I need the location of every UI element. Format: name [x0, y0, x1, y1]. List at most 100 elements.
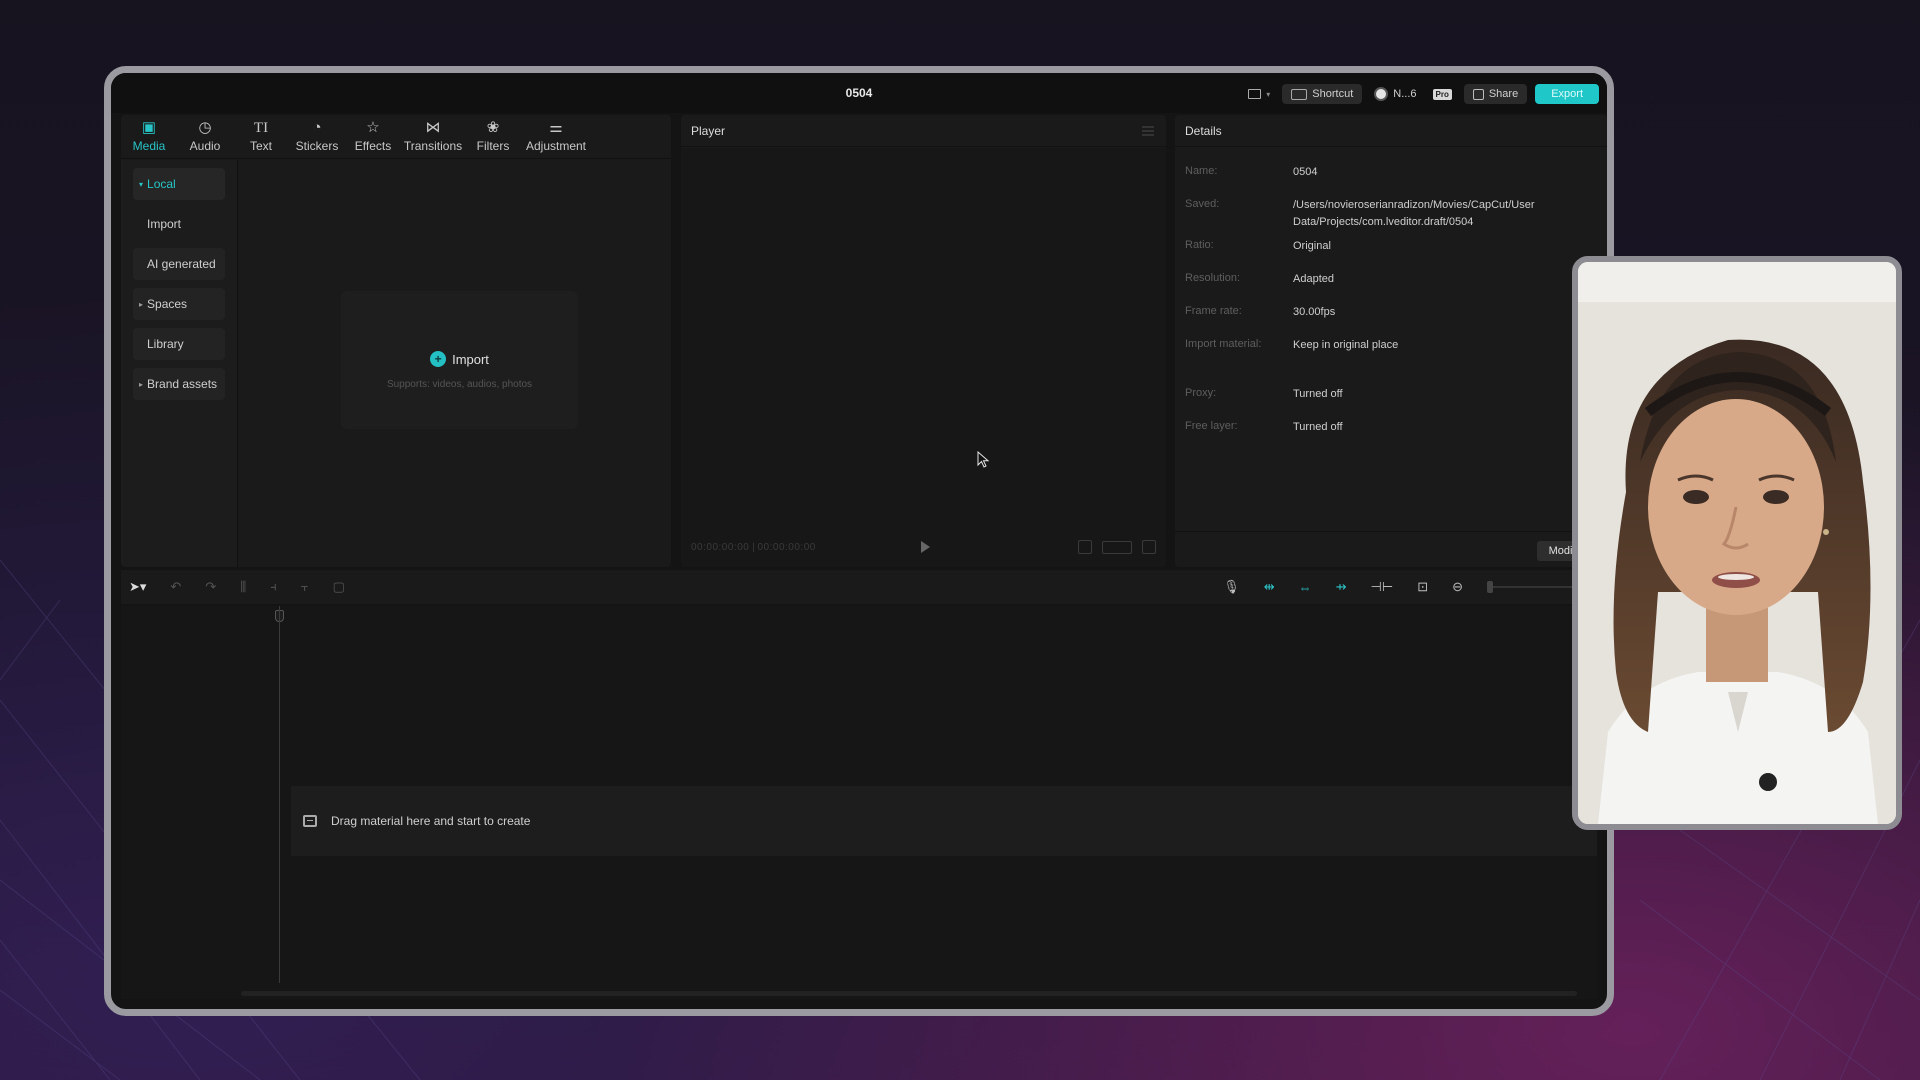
- details-body: Name: 0504 Saved: /Users/novieroserianra…: [1175, 147, 1607, 459]
- tab-effects[interactable]: ☆ Effects: [345, 115, 401, 158]
- caption-icon[interactable]: ⊡: [1417, 579, 1428, 595]
- pro-button[interactable]: Pro: [1429, 84, 1456, 104]
- timecode-total: 00:00:00:00: [757, 541, 816, 553]
- caret-right-icon: ▸: [139, 299, 144, 309]
- player-viewport[interactable]: 00:00:00:00 | 00:00:00:00: [681, 148, 1166, 567]
- chevron-down-icon: ▾: [1266, 89, 1271, 99]
- detail-value: Turned off: [1293, 421, 1343, 433]
- media-panel: ▣ Media ◷ Audio TI Text ◔ Stickers ☆ Eff…: [121, 115, 671, 567]
- tab-filters-label: Filters: [476, 139, 510, 153]
- tab-text[interactable]: TI Text: [233, 115, 289, 158]
- details-title: Details: [1185, 123, 1222, 138]
- sidebar-item-local[interactable]: ▾ Local: [133, 168, 225, 200]
- presenter-video: [1578, 262, 1896, 824]
- export-label: Export: [1551, 88, 1583, 100]
- play-icon[interactable]: [921, 541, 930, 553]
- microphone-icon[interactable]: 🎙: [1223, 579, 1240, 595]
- menu-icon[interactable]: [1142, 126, 1154, 136]
- timeline-scrollbar[interactable]: [241, 991, 1577, 996]
- detail-label: Saved:: [1185, 198, 1220, 210]
- linkage-icon[interactable]: ⇸: [1336, 579, 1347, 595]
- mouse-cursor-icon: [977, 451, 990, 468]
- timeline-area[interactable]: Drag material here and start to create: [121, 606, 1597, 999]
- split-left-icon[interactable]: ⫞: [270, 579, 277, 595]
- layout-button[interactable]: ▾: [1244, 84, 1274, 104]
- ratio-button[interactable]: [1102, 540, 1132, 554]
- stickers-icon: ◔: [312, 119, 322, 136]
- detail-value: Adapted: [1293, 273, 1334, 285]
- sidebar-item-label: Local: [147, 177, 176, 191]
- drop-hint: Drag material here and start to create: [331, 814, 531, 828]
- shortcut-label: Shortcut: [1312, 88, 1354, 100]
- detail-row-frame-rate: Frame rate: 30.00fps: [1185, 299, 1597, 332]
- split-right-icon[interactable]: ⫟: [301, 579, 309, 595]
- share-button[interactable]: Share: [1463, 84, 1528, 104]
- undo-icon[interactable]: ↶: [170, 579, 181, 595]
- sidebar-item-brand-assets[interactable]: ▸ Brand assets: [133, 368, 225, 400]
- expand-icon[interactable]: [1142, 540, 1156, 554]
- details-panel: Details Name: 0504 Saved: /Users/noviero…: [1175, 115, 1607, 567]
- sidebar-item-label: Brand assets: [147, 377, 218, 391]
- tab-transitions[interactable]: ⋈ Transitions: [401, 115, 465, 158]
- webcam-overlay: [1572, 256, 1902, 830]
- detail-label: Import material:: [1185, 338, 1262, 350]
- detail-label: Proxy:: [1185, 387, 1217, 399]
- adjustment-icon: ⚌: [549, 119, 563, 136]
- select-tool-icon[interactable]: ➤▾: [129, 579, 146, 595]
- preview-axis-icon[interactable]: ⊣⊢: [1371, 579, 1394, 595]
- main-track-magnet-icon[interactable]: ⇹: [1264, 579, 1275, 595]
- tab-adjustment-label: Adjustment: [525, 139, 587, 153]
- auto-snapping-icon[interactable]: ⇔: [1299, 580, 1312, 595]
- titlebar-actions: ▾ Shortcut N...6 Pro Share Export: [1244, 84, 1599, 104]
- share-label: Share: [1488, 88, 1519, 100]
- tab-stickers[interactable]: ◔ Stickers: [289, 115, 345, 158]
- timeline-view-tools: 🎙 ⇹ ⇔ ⇸ ⊣⊢ ⊡ ⊖: [1223, 579, 1577, 595]
- detail-row-saved: Saved: /Users/novieroserianradizon/Movie…: [1185, 192, 1597, 233]
- media-sidebar: ▾ Local Import AI generated ▸ Spaces Lib…: [121, 160, 238, 567]
- sidebar-item-label: Spaces: [147, 297, 188, 311]
- sidebar-item-spaces[interactable]: ▸ Spaces: [133, 288, 225, 320]
- sidebar-item-library[interactable]: Library: [133, 328, 225, 360]
- zoom-out-icon[interactable]: ⊖: [1452, 579, 1463, 595]
- sidebar-item-ai-generated[interactable]: AI generated: [133, 248, 225, 280]
- timecode-separator: |: [749, 541, 758, 553]
- import-card[interactable]: + Import Supports: videos, audios, photo…: [341, 291, 578, 429]
- sidebar-item-label: Import: [147, 217, 182, 231]
- audio-icon: ◷: [198, 119, 212, 136]
- timeline-toolbar: ➤▾ ↶ ↷ ⫼ ⫞ ⫟ ▢ 🎙 ⇹ ⇔ ⇸ ⊣⊢ ⊡ ⊖: [121, 570, 1597, 604]
- title-bar: 0504 ▾ Shortcut N...6 Pro Share Export: [111, 73, 1607, 113]
- tab-audio[interactable]: ◷ Audio: [177, 115, 233, 158]
- detail-value: 0504: [1293, 166, 1318, 178]
- account-button[interactable]: N...6: [1370, 84, 1420, 104]
- fullscreen-preview-icon[interactable]: [1078, 540, 1092, 554]
- detail-row-ratio: Ratio: Original: [1185, 233, 1597, 266]
- delete-icon[interactable]: ▢: [333, 579, 345, 595]
- detail-value: Turned off: [1293, 388, 1343, 400]
- split-icon[interactable]: ⫼: [240, 579, 246, 595]
- tab-media[interactable]: ▣ Media: [121, 115, 177, 158]
- details-header: Details: [1175, 115, 1607, 147]
- effects-icon: ☆: [366, 119, 380, 136]
- detail-value: /Users/novieroserianradizon/Movies/CapCu…: [1293, 199, 1535, 228]
- shortcut-button[interactable]: Shortcut: [1282, 84, 1363, 104]
- sidebar-item-import[interactable]: Import: [133, 208, 225, 240]
- detail-row-resolution: Resolution: Adapted: [1185, 266, 1597, 299]
- redo-icon[interactable]: ↷: [205, 579, 216, 595]
- filters-icon: ❀: [486, 119, 500, 136]
- export-button[interactable]: Export: [1535, 84, 1599, 104]
- tab-adjustment[interactable]: ⚌ Adjustment: [521, 115, 591, 158]
- tab-filters[interactable]: ❀ Filters: [465, 115, 521, 158]
- zoom-slider[interactable]: [1487, 581, 1577, 593]
- player-controls: 00:00:00:00 | 00:00:00:00: [691, 539, 1156, 555]
- main-track-drop-zone[interactable]: Drag material here and start to create: [291, 786, 1597, 856]
- plus-icon: +: [430, 351, 447, 367]
- sidebar-item-label: AI generated: [147, 257, 216, 271]
- player-header: Player: [681, 115, 1166, 147]
- import-title: Import: [452, 351, 489, 367]
- timecode-current: 00:00:00:00: [691, 541, 750, 553]
- detail-row-import-material: Import material: Keep in original place: [1185, 332, 1597, 365]
- caret-right-icon: ▸: [139, 379, 144, 389]
- detail-row-name: Name: 0504: [1185, 159, 1597, 192]
- playhead-line: [279, 606, 280, 983]
- pro-badge: Pro: [1432, 88, 1452, 100]
